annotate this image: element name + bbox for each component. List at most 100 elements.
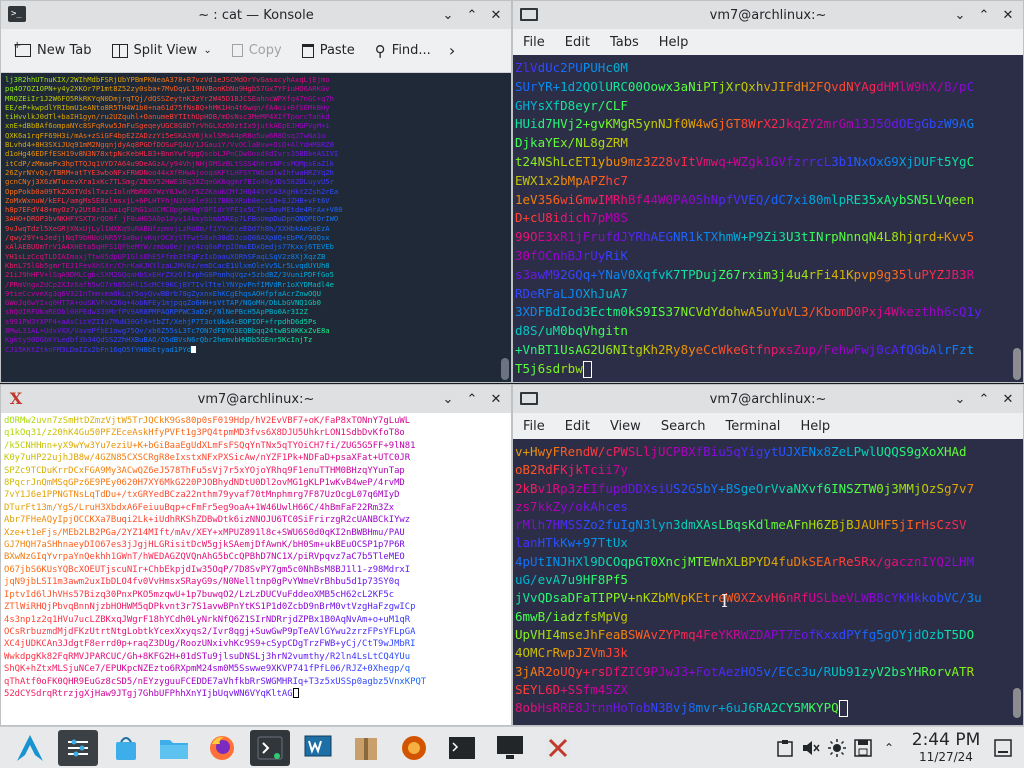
vm7-top-terminal-output[interactable]: ZlVdUc2PUPUHc0M SUrYR+1d2QOlURC00Oowx3aNi… — [513, 55, 1023, 382]
discover-store-icon[interactable] — [106, 730, 146, 766]
terminal-line: /PRmVngxZdCp2XJz6afh5wO7rh65GHl1ScMCt9KC… — [5, 279, 334, 289]
terminal-cursor — [191, 346, 197, 354]
firefox-icon[interactable] — [202, 730, 242, 766]
vm7-top-menubar: File Edit Tabs Help — [513, 29, 1023, 55]
maximize-icon[interactable]: ⌃ — [461, 388, 483, 410]
close-icon[interactable]: ✕ — [485, 4, 507, 26]
vm7-top-titlebar[interactable]: vm7@archlinux:~ ⌄ ⌃ ✕ — [513, 1, 1023, 29]
monitor-taskbar-icon[interactable] — [490, 730, 530, 766]
terminal-line: lanHTkKw+97TtUx — [515, 535, 628, 551]
media-player-icon[interactable] — [394, 730, 434, 766]
brightness-icon[interactable] — [824, 735, 850, 761]
vm7-bottom-menu-file[interactable]: File — [513, 419, 555, 434]
konsole-terminal-output[interactable]: lj3R2hhUTnuKIX/2WIhMdbFSRjUbYPBmPKNeaA37… — [1, 73, 511, 382]
terminal-line: ShQK+hZtxMLSjuNCe7/EPUKpcNZEzto6RXpmM24s… — [4, 664, 411, 675]
terminal-line: zs7kkZy/okAhces — [515, 498, 628, 514]
clock-date: 11/27/24 — [919, 750, 973, 764]
minimize-icon[interactable]: ⌄ — [949, 4, 971, 26]
vm7-top-menu-tabs[interactable]: Tabs — [600, 35, 649, 50]
xterm-taskbar-icon[interactable] — [538, 730, 578, 766]
terminal-line: SEYL6D+SSfm45ZX — [515, 681, 628, 697]
vm7-top-menu-edit[interactable]: Edit — [555, 35, 600, 50]
konsole-scrollbar[interactable] — [501, 358, 509, 380]
maximize-icon[interactable]: ⌃ — [973, 4, 995, 26]
file-manager-icon[interactable] — [154, 730, 194, 766]
overflow-arrow-icon[interactable]: › — [443, 41, 461, 60]
vm7-bottom-menu-edit[interactable]: Edit — [555, 419, 600, 434]
find-button[interactable]: ⚲ Find... — [367, 38, 439, 64]
terminal-line: GJ7HQH7aSHhnaeyDIO67es3jJgjHLGRisitDcW5g… — [4, 540, 405, 551]
close-icon[interactable]: ✕ — [997, 388, 1019, 410]
clock[interactable]: 2:44 PM 11/27/24 — [908, 731, 984, 765]
terminal-line: EWX1x2bMpAPZhc7 — [515, 172, 628, 188]
vm7-bottom-menubar: File Edit View Search Terminal Help — [513, 413, 1023, 439]
xterm-titlebar[interactable]: X vm7@archlinux:~ ⌄ ⌃ ✕ — [1, 385, 511, 413]
paste-button[interactable]: Paste — [294, 39, 363, 62]
vm7-bottom-scrollbar[interactable] — [1013, 688, 1021, 718]
maximize-icon[interactable]: ⌃ — [973, 388, 995, 410]
copy-button[interactable]: Copy — [224, 39, 290, 62]
vm7-top-scrollbar[interactable] — [1013, 348, 1021, 380]
terminal-line: 3jAR2oUQy+rsDfZIC9PJwJ3+FotAezHO5v/ECc3u… — [515, 663, 975, 679]
terminal-line: 99OE3xR1jFrufdJYRhAEGNR1kTXhmW+P9Zi3U3tI… — [515, 229, 975, 245]
terminal-line: d1oHg46EDFfESH19v8N3N78xtpNcKebHLB3+BnnY… — [5, 149, 339, 159]
minimize-icon[interactable]: ⌄ — [437, 388, 459, 410]
terminal-cursor — [292, 688, 299, 699]
konsole-taskbar-icon[interactable] — [250, 729, 290, 766]
system-settings-icon[interactable] — [58, 729, 98, 766]
terminal-line: KbnL75lGb5gmrTEJ1FevXhSXr/ChrKaKJKYlzaL2… — [5, 260, 330, 270]
copy-label: Copy — [248, 43, 282, 58]
vm7-top-menu-help[interactable]: Help — [649, 35, 699, 50]
vm7-top-menu-file[interactable]: File — [513, 35, 555, 50]
terminal-line: pq4O7OZ1OPN+y4y2XKOr7P1mt8Z52zy0sba+7MvD… — [5, 84, 330, 94]
vm7-bottom-titlebar[interactable]: vm7@archlinux:~ ⌄ ⌃ ✕ — [513, 385, 1023, 413]
vm7-bottom-menu-view[interactable]: View — [600, 419, 651, 434]
volume-muted-icon[interactable] — [798, 735, 824, 761]
new-tab-button[interactable]: + New Tab — [7, 39, 100, 62]
terminal-line: Xze+t1eFjs/MEb2LB2PGa/2YZ14MIft/mAv/XEY+… — [4, 527, 405, 538]
konsole-window: >_ ~ : cat — Konsole ⌄ ⌃ ✕ + New Tab Spl… — [0, 0, 512, 383]
split-view-button[interactable]: Split View ⌄ — [104, 39, 220, 62]
terminal-line: xAlAEBUOmTrV1A4XHEto5qHFS1QFbeMYW/zmbu8e… — [5, 242, 334, 252]
konsole-titlebar[interactable]: >_ ~ : cat — Konsole ⌄ ⌃ ✕ — [1, 1, 511, 29]
vm7-bottom-menu-help[interactable]: Help — [790, 419, 840, 434]
clipboard-icon[interactable] — [772, 735, 798, 761]
terminal-line: s991PW3YXPP4+aAsCicVZIIu7MuN30GfX+tbZT/X… — [5, 316, 317, 326]
terminal-line: uG/evA7u9HF8Pf5 — [515, 572, 628, 588]
terminal-line: OppPokb0a09TkZXGTVdslTxzcIolnMbRO67WzY6J… — [5, 186, 339, 196]
search-icon: ⚲ — [374, 41, 386, 60]
close-icon[interactable]: ✕ — [997, 4, 1019, 26]
terminal-line: 1eV356wiGmwIMRhBf44W0PA05hNpfVVEQ/dC7xi8… — [515, 191, 975, 207]
archive-manager-icon[interactable] — [346, 730, 386, 766]
close-icon[interactable]: ✕ — [485, 388, 507, 410]
terminal-line: xnE+dBbBAf6ompaNYc8SFqRvw5JmFuSgeqeyUGC8… — [5, 121, 330, 131]
terminal-taskbar-icon[interactable] — [442, 730, 482, 766]
maximize-icon[interactable]: ⌃ — [461, 4, 483, 26]
new-tab-icon: + — [13, 40, 31, 57]
minimize-icon[interactable]: ⌄ — [437, 4, 459, 26]
terminal-line: HUid7HVj2+gvKMgR5ynNJf0W4wGjGT8WrX2JkqZY… — [515, 116, 975, 132]
paste-icon — [301, 43, 314, 58]
terminal-line: CJ15KKtZtknFM3LDmIZx2bFn16qO5fYH8bEtyad1… — [5, 345, 507, 354]
copy-icon — [231, 44, 243, 57]
remote-desktop-icon[interactable] — [298, 730, 338, 766]
terminal-line: 8obHsRRE8JtnnHoTobN3Bvj8mvr+6uJ6RA2CY5MK… — [515, 699, 1021, 718]
terminal-line: itCdP/zMmaePx3hpTTQJq1VYD7A64u9DeAGzA/y9… — [5, 158, 334, 168]
minimize-icon[interactable]: ⌄ — [949, 388, 971, 410]
xterm-window: X vm7@archlinux:~ ⌄ ⌃ ✕ dORMw2uvn7zSmHtD… — [0, 384, 512, 726]
vm7-bottom-menu-search[interactable]: Search — [651, 419, 716, 434]
konsole-app-icon: >_ — [8, 6, 26, 22]
terminal-line: 9vJwqTdzl5XeGRjXNxUjLyl1WXKq9uRABNfzpmvj… — [5, 223, 330, 233]
show-desktop-icon[interactable] — [990, 735, 1016, 761]
save-disk-icon[interactable] — [850, 735, 876, 761]
terminal-line: Abr7FHeAQyIpjOCCKXa7Buqi2Lk+iUdhRKShZDBw… — [4, 515, 411, 526]
vm7-bottom-terminal-output[interactable]: v+HwyFRendW/cPWSLljUCPBXfBiu5qYigytUJXEN… — [513, 439, 1023, 725]
new-tab-label: New Tab — [37, 43, 92, 58]
terminal-line: BLvhd4+8H3SXiJUq91mM2NgqnjdyAq8PGDfDOSuF… — [5, 140, 334, 150]
terminal-line: q1kOq31/z20hK4Gu50PFZEceAskHfyPVFt1g3PQ4… — [4, 428, 405, 439]
application-launcher-icon[interactable] — [10, 730, 50, 766]
tray-expand-icon[interactable]: ⌃ — [876, 735, 902, 761]
terminal-line: UpVHI4mseJhFeaBSWAvZYPmq4FeYKRWZDAPT7Eof… — [515, 626, 975, 642]
vm7-bottom-menu-terminal[interactable]: Terminal — [715, 419, 790, 434]
xterm-terminal-output[interactable]: dORMw2uvn7zSmHtDZmzVjtW5TrJQCkK9Gs80p0sF… — [1, 413, 511, 725]
